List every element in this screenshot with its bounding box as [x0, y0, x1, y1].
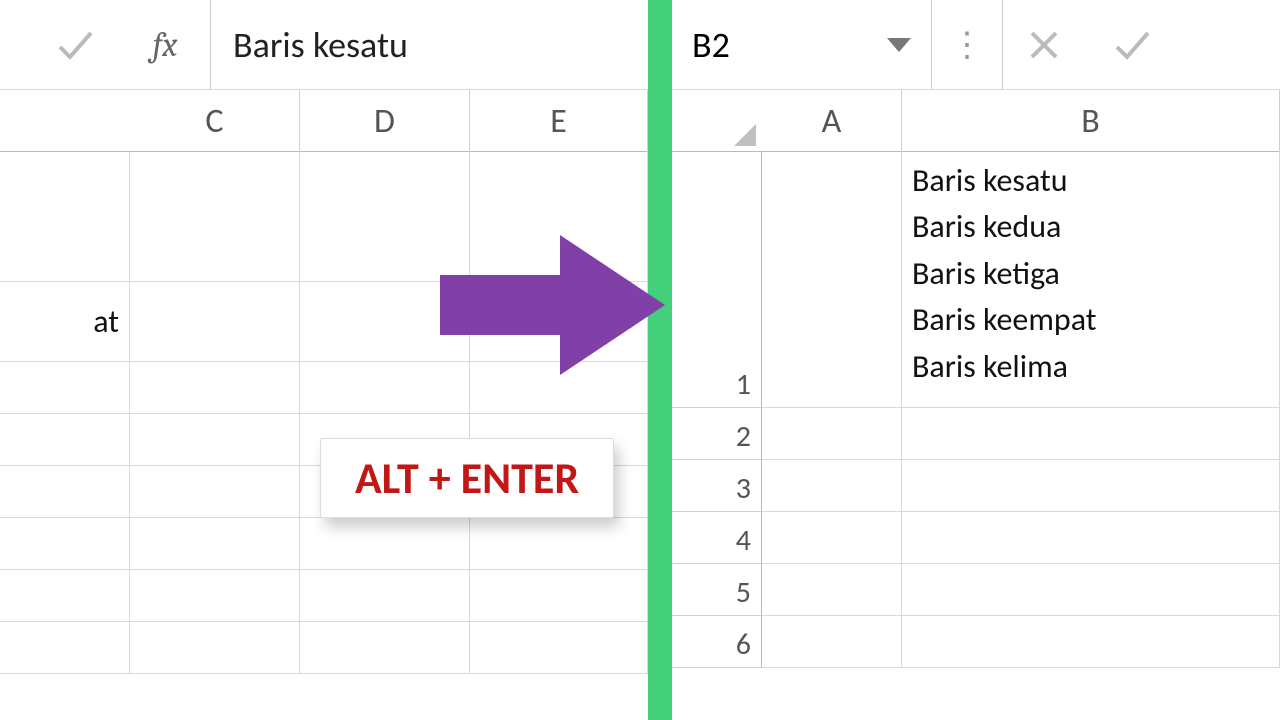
cell-line: Baris keempat	[912, 297, 1096, 343]
cell[interactable]	[0, 518, 130, 570]
cell[interactable]	[130, 622, 300, 674]
cell[interactable]	[0, 622, 130, 674]
table-row[interactable]	[0, 570, 648, 622]
cell[interactable]	[902, 408, 1280, 460]
cell[interactable]	[902, 512, 1280, 564]
select-all-triangle[interactable]	[672, 90, 762, 152]
arrow-icon	[440, 230, 670, 385]
excel-right-pane: B2 ⋮ A B 1	[672, 0, 1280, 720]
table-row[interactable]	[0, 622, 648, 674]
close-icon	[1028, 30, 1058, 60]
shortcut-callout: ALT + ENTER	[320, 438, 614, 518]
table-row[interactable]	[0, 518, 648, 570]
col-header-a[interactable]: A	[762, 90, 902, 152]
cell-line: Baris kedua	[912, 204, 1096, 250]
worksheet-grid-left[interactable]: C D E at	[0, 90, 648, 720]
col-header-d[interactable]: D	[300, 90, 470, 152]
row-header[interactable]: 4	[672, 512, 762, 564]
cell[interactable]	[470, 518, 648, 570]
cell[interactable]	[130, 466, 300, 518]
cell[interactable]	[0, 362, 130, 414]
rows-container-right: 1 Baris kesatu Baris kedua Baris ketiga …	[672, 152, 1280, 720]
col-header-e[interactable]: E	[470, 90, 648, 152]
column-headers: C D E	[0, 90, 648, 152]
formula-bar: fx Baris kesatu	[0, 0, 648, 90]
col-header-c[interactable]: C	[130, 90, 300, 152]
cell[interactable]	[300, 518, 470, 570]
cell-line: Baris kelima	[912, 344, 1096, 390]
name-box-value: B2	[692, 23, 730, 67]
cell-line: Baris kesatu	[912, 158, 1096, 204]
cell-multiline: Baris kesatu Baris kedua Baris ketiga Ba…	[912, 158, 1096, 390]
cell[interactable]	[130, 570, 300, 622]
formula-bar: B2 ⋮	[672, 0, 1280, 90]
cell[interactable]	[0, 414, 130, 466]
cell[interactable]	[470, 570, 648, 622]
insert-function-label[interactable]: fx	[130, 0, 200, 90]
cell[interactable]	[762, 512, 902, 564]
col-header-blank	[0, 90, 130, 152]
worksheet-grid-right[interactable]: A B 1 Baris kesatu Baris kedua Baris ket…	[672, 90, 1280, 720]
cell[interactable]	[130, 152, 300, 282]
cell[interactable]	[130, 518, 300, 570]
cell[interactable]	[762, 408, 902, 460]
cell[interactable]	[762, 564, 902, 616]
cell[interactable]	[762, 460, 902, 512]
row-header[interactable]: 5	[672, 564, 762, 616]
cell[interactable]	[902, 564, 1280, 616]
table-row[interactable]: 3	[672, 460, 1280, 512]
cancel-icon[interactable]	[1002, 0, 1082, 90]
cell[interactable]	[762, 152, 902, 408]
cell[interactable]	[902, 460, 1280, 512]
cell[interactable]	[300, 622, 470, 674]
cell[interactable]: at	[0, 282, 130, 362]
cell-b1[interactable]: Baris kesatu Baris kedua Baris ketiga Ba…	[902, 152, 1280, 408]
cell[interactable]	[300, 570, 470, 622]
enter-icon[interactable]	[40, 0, 110, 90]
cell[interactable]	[130, 362, 300, 414]
cell[interactable]	[0, 466, 130, 518]
cell[interactable]	[0, 152, 130, 282]
cell[interactable]	[130, 414, 300, 466]
row-header[interactable]: 3	[672, 460, 762, 512]
cell[interactable]	[470, 622, 648, 674]
row-header[interactable]: 1	[672, 152, 762, 408]
table-row[interactable]: 2	[672, 408, 1280, 460]
cell[interactable]	[902, 616, 1280, 668]
formula-input[interactable]: Baris kesatu	[210, 0, 648, 90]
table-row[interactable]: 6	[672, 616, 1280, 668]
chevron-down-icon	[887, 38, 911, 52]
more-icon[interactable]: ⋮	[942, 0, 992, 90]
enter-icon[interactable]	[1092, 0, 1172, 90]
name-box[interactable]: B2	[672, 0, 932, 90]
table-row[interactable]: 5	[672, 564, 1280, 616]
cell[interactable]	[130, 282, 300, 362]
row-header[interactable]: 2	[672, 408, 762, 460]
col-header-b[interactable]: B	[902, 90, 1280, 152]
column-headers: A B	[672, 90, 1280, 152]
table-row[interactable]: 4	[672, 512, 1280, 564]
row-header[interactable]: 6	[672, 616, 762, 668]
cell[interactable]	[762, 616, 902, 668]
table-row[interactable]: 1 Baris kesatu Baris kedua Baris ketiga …	[672, 152, 1280, 408]
cell[interactable]	[0, 570, 130, 622]
cell-line: Baris ketiga	[912, 251, 1096, 297]
